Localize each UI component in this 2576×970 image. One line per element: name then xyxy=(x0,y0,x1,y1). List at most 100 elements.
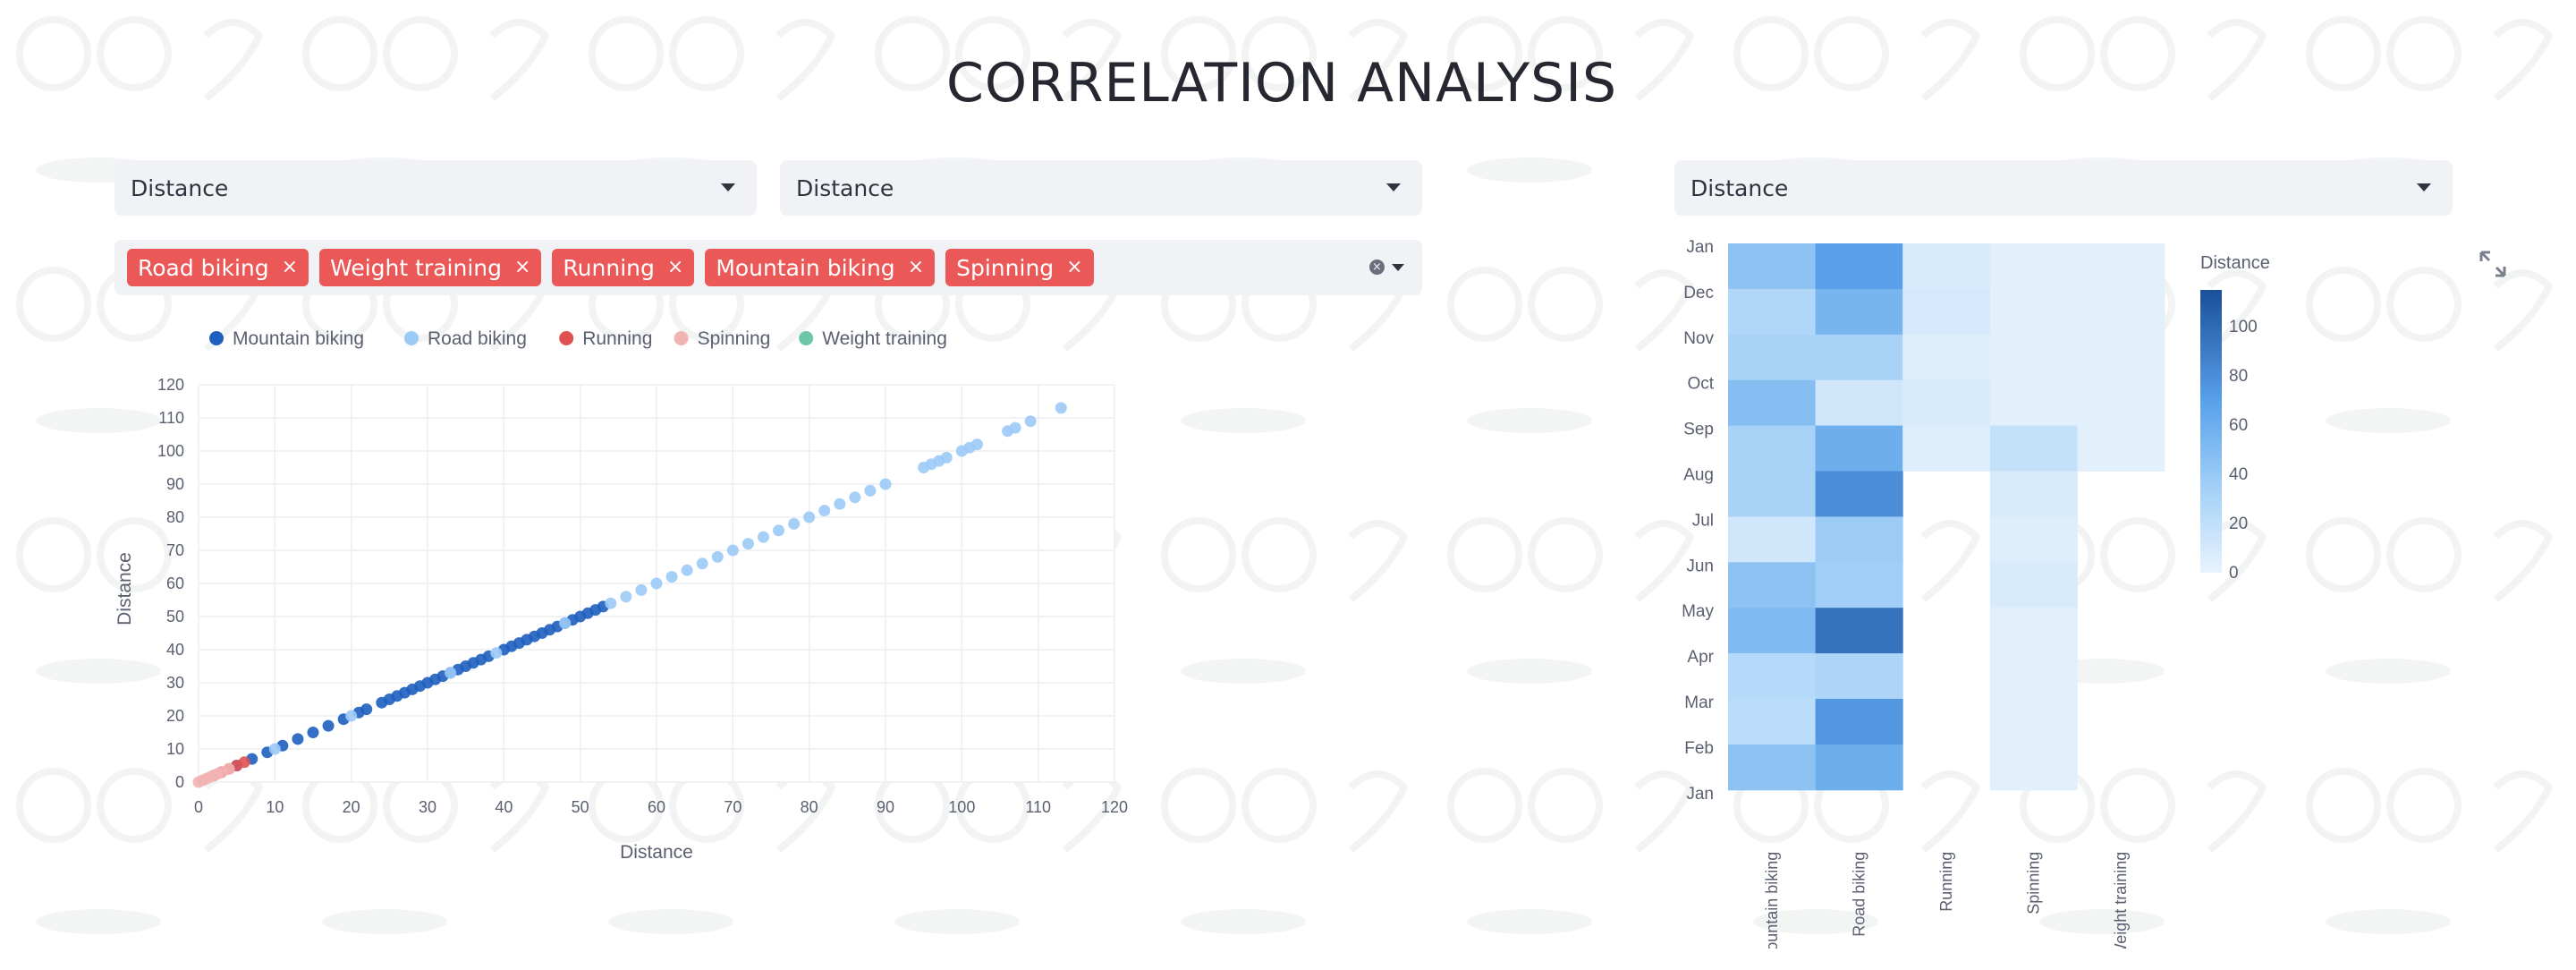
legend-item[interactable]: Weight training xyxy=(799,328,947,349)
heatmap-cell[interactable] xyxy=(1728,516,1817,563)
heatmap-cell[interactable] xyxy=(1989,516,2078,563)
heatmap-cell[interactable] xyxy=(1728,334,1817,381)
legend-item[interactable]: Spinning xyxy=(674,328,771,349)
scatter-point[interactable] xyxy=(849,491,861,504)
scatter-point[interactable] xyxy=(696,557,708,570)
scatter-point[interactable] xyxy=(864,484,877,497)
heatmap-cell[interactable] xyxy=(1989,243,2078,290)
sport-multiselect[interactable]: Road biking × Weight training × Running … xyxy=(114,240,1422,295)
scatter-point[interactable] xyxy=(741,538,754,550)
remove-tag-icon[interactable]: × xyxy=(908,258,924,277)
scatter-point[interactable] xyxy=(665,571,678,583)
scatter-point[interactable] xyxy=(445,667,457,679)
scatter-point[interactable] xyxy=(773,524,785,537)
scatter-point[interactable] xyxy=(757,531,769,543)
heatmap-cell[interactable] xyxy=(2077,425,2165,472)
heatmap-cell[interactable] xyxy=(1728,653,1817,700)
scatter-point[interactable] xyxy=(559,617,572,629)
scatter-point[interactable] xyxy=(788,517,801,530)
clear-all-icon[interactable]: × xyxy=(1369,260,1385,275)
heatmap-cell[interactable] xyxy=(1902,425,1991,472)
heatmap-cell[interactable] xyxy=(1902,243,1991,290)
remove-tag-icon[interactable]: × xyxy=(514,258,530,277)
heatmap-cell[interactable] xyxy=(1989,699,2078,745)
heatmap-cell[interactable] xyxy=(1989,608,2078,654)
heatmap-cell[interactable] xyxy=(1728,425,1817,472)
heatmap-cell[interactable] xyxy=(2077,288,2165,336)
heatmap-cell[interactable] xyxy=(1728,699,1817,745)
heatmap-cell[interactable] xyxy=(1989,288,2078,336)
scatter-point[interactable] xyxy=(292,733,304,745)
heatmap-cell[interactable] xyxy=(1815,516,1903,563)
heatmap-cell[interactable] xyxy=(1815,653,1903,700)
legend-item[interactable]: Road biking xyxy=(404,328,527,349)
heatmap-cell[interactable] xyxy=(1815,425,1903,472)
heatmap-cell[interactable] xyxy=(1815,288,1903,336)
scatter-point[interactable] xyxy=(223,762,235,775)
scatter-point[interactable] xyxy=(681,564,693,576)
heatmap-cell[interactable] xyxy=(1815,744,1903,791)
heatmap-cell[interactable] xyxy=(2077,379,2165,427)
heatmap-cell[interactable] xyxy=(1815,471,1903,517)
scatter-point[interactable] xyxy=(345,710,358,722)
heatmap-metric-select[interactable]: Distance xyxy=(1674,160,2453,216)
heatmap-cell[interactable] xyxy=(1728,379,1817,427)
scatter-point[interactable] xyxy=(307,727,319,738)
scatter-point[interactable] xyxy=(970,438,983,451)
legend-item[interactable]: Running xyxy=(559,328,652,349)
heatmap-cell[interactable] xyxy=(1815,243,1903,290)
heatmap-cell[interactable] xyxy=(1989,653,2078,700)
heatmap-cell[interactable] xyxy=(1902,379,1991,427)
scatter-chart[interactable]: Mountain biking Road biking Running Spinnin… xyxy=(0,304,1163,877)
heatmap-cell[interactable] xyxy=(1728,288,1817,336)
heatmap-cell[interactable] xyxy=(1989,379,2078,427)
heatmap-cell[interactable] xyxy=(1989,744,2078,791)
heatmap-chart[interactable]: JanDecNovOctSepAugJulJunMayAprMarFebJan … xyxy=(1664,233,2558,949)
scatter-point[interactable] xyxy=(322,719,335,732)
scatter-point[interactable] xyxy=(879,478,892,490)
scatter-point[interactable] xyxy=(268,743,281,755)
scatter-point[interactable] xyxy=(818,505,831,517)
scatter-point[interactable] xyxy=(490,647,503,659)
scatter-point[interactable] xyxy=(726,544,739,557)
heatmap-cell[interactable] xyxy=(1728,243,1817,290)
remove-tag-icon[interactable]: × xyxy=(667,258,683,277)
heatmap-cell[interactable] xyxy=(1728,608,1817,654)
remove-tag-icon[interactable]: × xyxy=(1066,258,1082,277)
heatmap-cell[interactable] xyxy=(1815,699,1903,745)
scatter-point[interactable] xyxy=(1024,415,1037,428)
scatter-point[interactable] xyxy=(940,451,953,464)
heatmap-cell[interactable] xyxy=(1989,471,2078,517)
scatter-point[interactable] xyxy=(834,498,846,510)
scatter-point[interactable] xyxy=(1009,421,1021,434)
heatmap-cell[interactable] xyxy=(2077,243,2165,290)
x-metric-select[interactable]: Distance xyxy=(114,160,757,216)
remove-tag-icon[interactable]: × xyxy=(282,258,298,277)
heatmap-cell[interactable] xyxy=(1728,471,1817,517)
heatmap-cell[interactable] xyxy=(1989,334,2078,381)
scatter-point[interactable] xyxy=(605,597,617,609)
heatmap-cell[interactable] xyxy=(1902,288,1991,336)
scatter-point[interactable] xyxy=(620,591,632,603)
scatter-point[interactable] xyxy=(803,511,816,523)
heatmap-cell[interactable] xyxy=(1989,562,2078,608)
heatmap-cell[interactable] xyxy=(1815,334,1903,381)
heatmap-cell[interactable] xyxy=(1728,744,1817,791)
heatmap-cell[interactable] xyxy=(1902,334,1991,381)
chevron-down-icon[interactable] xyxy=(1392,264,1404,271)
heatmap-cell[interactable] xyxy=(1815,608,1903,654)
y-metric-select[interactable]: Distance xyxy=(780,160,1422,216)
heatmap-cell[interactable] xyxy=(1815,562,1903,608)
scatter-point[interactable] xyxy=(711,550,724,563)
heatmap-cell[interactable] xyxy=(1815,379,1903,427)
fullscreen-icon[interactable] xyxy=(2478,249,2508,279)
heatmap-cell[interactable] xyxy=(1728,562,1817,608)
legend-item[interactable]: Mountain biking xyxy=(209,328,364,349)
scatter-point[interactable] xyxy=(238,756,250,769)
scatter-point[interactable] xyxy=(360,703,373,716)
heatmap-cell[interactable] xyxy=(2077,334,2165,381)
heatmap-cell[interactable] xyxy=(1989,425,2078,472)
scatter-point[interactable] xyxy=(650,577,663,590)
scatter-point[interactable] xyxy=(635,583,648,596)
scatter-point[interactable] xyxy=(1055,402,1067,414)
